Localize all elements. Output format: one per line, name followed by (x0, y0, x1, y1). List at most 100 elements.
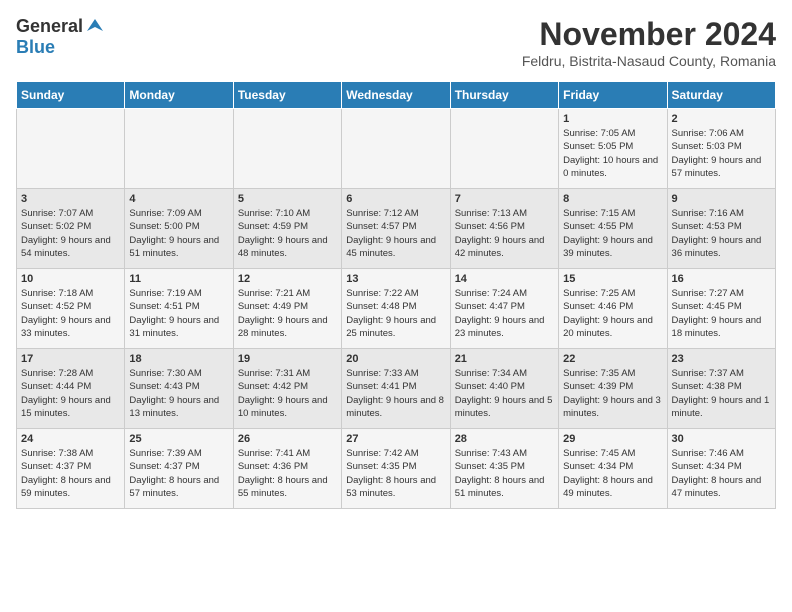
day-number: 23 (672, 353, 771, 365)
day-number: 15 (563, 273, 662, 285)
day-number: 21 (455, 353, 554, 365)
day-number: 24 (21, 433, 120, 445)
weekday-header: Wednesday (342, 82, 450, 109)
day-number: 14 (455, 273, 554, 285)
calendar-cell: 29Sunrise: 7:45 AMSunset: 4:34 PMDayligh… (559, 429, 667, 509)
calendar-cell: 20 Sunrise: 7:33 AMSunset: 4:41 PMDayligh… (342, 349, 450, 429)
calendar-cell: 13Sunrise: 7:22 AMSunset: 4:48 PMDayligh… (342, 269, 450, 349)
day-number: 20 (346, 353, 445, 365)
calendar-cell: 10Sunrise: 7:18 AMSunset: 4:52 PMDayligh… (17, 269, 125, 349)
day-number: 25 (129, 433, 228, 445)
day-number: 11 (129, 273, 228, 285)
day-number: 30 (672, 433, 771, 445)
logo-general: General (16, 16, 83, 37)
day-info: Sunrise: 7:25 AMSunset: 4:46 PMDaylight:… (563, 287, 662, 340)
day-number: 4 (129, 193, 228, 205)
day-number: 26 (238, 433, 337, 445)
day-number: 29 (563, 433, 662, 445)
month-title: November 2024 (522, 16, 776, 53)
day-number: 16 (672, 273, 771, 285)
weekday-header: Sunday (17, 82, 125, 109)
day-info: Sunrise: 7:24 AMSunset: 4:47 PMDaylight:… (455, 287, 554, 340)
day-info: Sunrise: 7:46 AMSunset: 4:34 PMDaylight:… (672, 447, 771, 500)
day-info: Sunrise: 7:42 AMSunset: 4:35 PMDaylight:… (346, 447, 445, 500)
calendar-cell: 19Sunrise: 7:31 AMSunset: 4:42 PMDayligh… (233, 349, 341, 429)
day-number: 17 (21, 353, 120, 365)
calendar-cell: 3Sunrise: 7:07 AMSunset: 5:02 PMDaylight… (17, 189, 125, 269)
calendar-cell: 8Sunrise: 7:15 AMSunset: 4:55 PMDaylight… (559, 189, 667, 269)
calendar-cell: 18 Sunrise: 7:30 AMSunset: 4:43 PMDayligh… (125, 349, 233, 429)
day-info: Sunrise: 7:41 AMSunset: 4:36 PMDaylight:… (238, 447, 337, 500)
day-info: Sunrise: 7:34 AMSunset: 4:40 PMDaylight:… (455, 367, 554, 420)
calendar-cell: 17 Sunrise: 7:28 AMSunset: 4:44 PMDayligh… (17, 349, 125, 429)
day-info: Sunrise: 7:38 AMSunset: 4:37 PMDaylight:… (21, 447, 120, 500)
day-info: Sunrise: 7:39 AMSunset: 4:37 PMDaylight:… (129, 447, 228, 500)
calendar-cell: 26 Sunrise: 7:41 AMSunset: 4:36 PMDayligh… (233, 429, 341, 509)
calendar-cell (450, 109, 558, 189)
day-info: Sunrise: 7:22 AMSunset: 4:48 PMDaylight:… (346, 287, 445, 340)
day-number: 18 (129, 353, 228, 365)
day-info: Sunrise: 7:33 AMSunset: 4:41 PMDaylight:… (346, 367, 445, 420)
weekday-header: Monday (125, 82, 233, 109)
calendar-cell (233, 109, 341, 189)
day-info: Sunrise: 7:37 AMSunset: 4:38 PMDaylight:… (672, 367, 771, 420)
weekday-header: Friday (559, 82, 667, 109)
calendar-cell: 24 Sunrise: 7:38 AMSunset: 4:37 PMDayligh… (17, 429, 125, 509)
calendar-cell: 5Sunrise: 7:10 AMSunset: 4:59 PMDaylight… (233, 189, 341, 269)
day-info: Sunrise: 7:28 AMSunset: 4:44 PMDaylight:… (21, 367, 120, 420)
day-number: 7 (455, 193, 554, 205)
day-info: Sunrise: 7:19 AMSunset: 4:51 PMDaylight:… (129, 287, 228, 340)
calendar-cell: 25 Sunrise: 7:39 AMSunset: 4:37 PMDayligh… (125, 429, 233, 509)
day-info: Sunrise: 7:06 AMSunset: 5:03 PMDaylight:… (672, 127, 771, 180)
day-info: Sunrise: 7:21 AMSunset: 4:49 PMDaylight:… (238, 287, 337, 340)
header-row: SundayMondayTuesdayWednesdayThursdayFrid… (17, 82, 776, 109)
logo: General Blue (16, 16, 105, 58)
day-number: 3 (21, 193, 120, 205)
day-info: Sunrise: 7:05 AMSunset: 5:05 PMDaylight:… (563, 127, 662, 180)
location-title: Feldru, Bistrita-Nasaud County, Romania (522, 53, 776, 69)
calendar-cell: 4 Sunrise: 7:09 AMSunset: 5:00 PMDaylight… (125, 189, 233, 269)
calendar-cell: 23 Sunrise: 7:37 AMSunset: 4:38 PMDayligh… (667, 349, 775, 429)
day-number: 12 (238, 273, 337, 285)
calendar-week-row: 3Sunrise: 7:07 AMSunset: 5:02 PMDaylight… (17, 189, 776, 269)
calendar-week-row: 17 Sunrise: 7:28 AMSunset: 4:44 PMDayligh… (17, 349, 776, 429)
day-info: Sunrise: 7:43 AMSunset: 4:35 PMDaylight:… (455, 447, 554, 500)
calendar-week-row: 1 Sunrise: 7:05 AMSunset: 5:05 PMDaylight… (17, 109, 776, 189)
day-number: 1 (563, 113, 662, 125)
calendar-cell: 11 Sunrise: 7:19 AMSunset: 4:51 PMDayligh… (125, 269, 233, 349)
calendar-cell: 16Sunrise: 7:27 AMSunset: 4:45 PMDayligh… (667, 269, 775, 349)
day-number: 6 (346, 193, 445, 205)
calendar-cell (342, 109, 450, 189)
calendar-cell: 28 Sunrise: 7:43 AMSunset: 4:35 PMDayligh… (450, 429, 558, 509)
day-info: Sunrise: 7:13 AMSunset: 4:56 PMDaylight:… (455, 207, 554, 260)
day-info: Sunrise: 7:12 AMSunset: 4:57 PMDaylight:… (346, 207, 445, 260)
day-number: 28 (455, 433, 554, 445)
weekday-header: Thursday (450, 82, 558, 109)
calendar-cell: 7 Sunrise: 7:13 AMSunset: 4:56 PMDaylight… (450, 189, 558, 269)
calendar-cell (17, 109, 125, 189)
day-info: Sunrise: 7:31 AMSunset: 4:42 PMDaylight:… (238, 367, 337, 420)
day-info: Sunrise: 7:09 AMSunset: 5:00 PMDaylight:… (129, 207, 228, 260)
calendar-cell (125, 109, 233, 189)
calendar-cell: 30 Sunrise: 7:46 AMSunset: 4:34 PMDayligh… (667, 429, 775, 509)
header: General Blue November 2024 Feldru, Bistr… (16, 16, 776, 69)
title-section: November 2024 Feldru, Bistrita-Nasaud Co… (522, 16, 776, 69)
day-info: Sunrise: 7:16 AMSunset: 4:53 PMDaylight:… (672, 207, 771, 260)
calendar-week-row: 10Sunrise: 7:18 AMSunset: 4:52 PMDayligh… (17, 269, 776, 349)
logo-blue-text: Blue (16, 37, 55, 58)
day-info: Sunrise: 7:15 AMSunset: 4:55 PMDaylight:… (563, 207, 662, 260)
day-info: Sunrise: 7:30 AMSunset: 4:43 PMDaylight:… (129, 367, 228, 420)
day-info: Sunrise: 7:18 AMSunset: 4:52 PMDaylight:… (21, 287, 120, 340)
calendar-cell: 21 Sunrise: 7:34 AMSunset: 4:40 PMDayligh… (450, 349, 558, 429)
day-info: Sunrise: 7:35 AMSunset: 4:39 PMDaylight:… (563, 367, 662, 420)
calendar-cell: 1 Sunrise: 7:05 AMSunset: 5:05 PMDaylight… (559, 109, 667, 189)
calendar-cell: 2Sunrise: 7:06 AMSunset: 5:03 PMDaylight… (667, 109, 775, 189)
calendar-cell: 6 Sunrise: 7:12 AMSunset: 4:57 PMDaylight… (342, 189, 450, 269)
calendar-cell: 14 Sunrise: 7:24 AMSunset: 4:47 PMDayligh… (450, 269, 558, 349)
day-number: 22 (563, 353, 662, 365)
day-number: 27 (346, 433, 445, 445)
day-number: 9 (672, 193, 771, 205)
calendar-cell: 27 Sunrise: 7:42 AMSunset: 4:35 PMDayligh… (342, 429, 450, 509)
calendar-table: SundayMondayTuesdayWednesdayThursdayFrid… (16, 81, 776, 509)
calendar-cell: 22 Sunrise: 7:35 AMSunset: 4:39 PMDayligh… (559, 349, 667, 429)
